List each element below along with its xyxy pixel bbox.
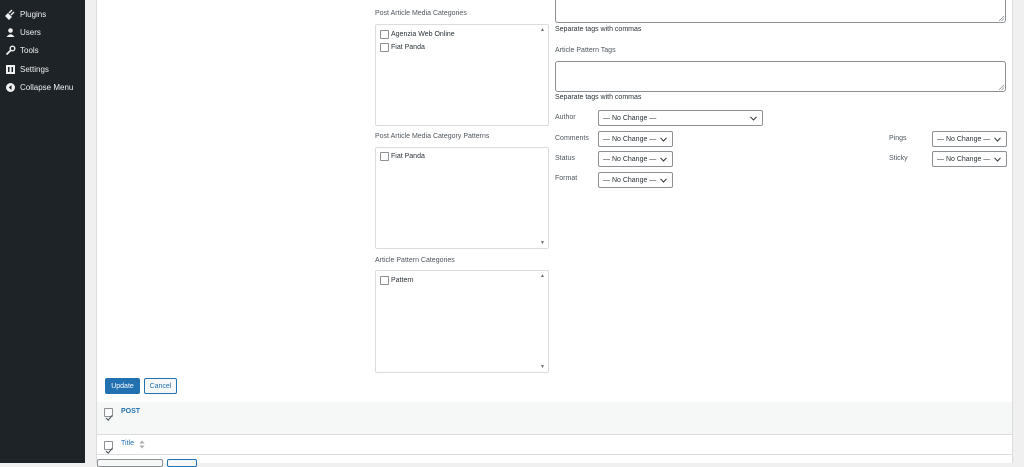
chevron-down-icon: [660, 137, 667, 142]
comments-select[interactable]: — No Change —: [598, 131, 673, 147]
author-label: Author: [555, 114, 576, 121]
media-category-patterns-label: Post Article Media Category Patterns: [375, 133, 490, 140]
resize-grip-icon[interactable]: [999, 16, 1004, 21]
pattern-categories-list[interactable]: ▲ Pattern ▼: [375, 270, 549, 373]
settings-icon: [5, 64, 16, 75]
user-icon: [5, 27, 16, 38]
author-select-value: — No Change —: [603, 114, 657, 122]
collapse-icon: [5, 82, 16, 93]
pings-select-value: — No Change —: [937, 135, 991, 143]
comments-select-value: — No Change —: [603, 135, 657, 143]
check-icon: [105, 448, 113, 455]
pattern-tags-help-text: Separate tags with commas: [555, 94, 642, 101]
chevron-down-icon: [994, 137, 1001, 142]
list-item[interactable]: Pattern: [380, 276, 414, 285]
scroll-up-icon[interactable]: ▲: [539, 27, 546, 33]
select-all-checkbox[interactable]: [104, 441, 113, 455]
tags-textarea[interactable]: [555, 0, 1006, 23]
status-label: Status: [555, 155, 575, 162]
format-select-value: — No Change —: [603, 176, 657, 184]
chevron-down-icon: [994, 157, 1001, 162]
status-select-value: — No Change —: [603, 155, 657, 163]
scroll-up-icon[interactable]: ▲: [539, 273, 546, 279]
pattern-categories-label: Article Pattern Categories: [375, 257, 455, 264]
scroll-down-icon[interactable]: ▼: [539, 364, 546, 370]
checkbox[interactable]: [380, 152, 389, 161]
sidebar-item-collapse-menu[interactable]: Collapse Menu: [0, 78, 85, 96]
checkbox-label: Pattern: [391, 277, 414, 284]
pattern-tags-textarea[interactable]: [555, 61, 1006, 92]
sidebar-item-label: Tools: [20, 45, 39, 55]
sidebar-item-settings[interactable]: Settings: [0, 60, 85, 78]
sidebar-item-users[interactable]: Users: [0, 23, 85, 41]
plug-icon: [5, 9, 16, 20]
post-row: POST: [97, 402, 1012, 435]
row-checkbox[interactable]: [104, 408, 113, 422]
checkbox[interactable]: [380, 276, 389, 285]
pings-label: Pings: [889, 135, 907, 142]
sidebar-item-label: Collapse Menu: [20, 82, 74, 92]
format-label: Format: [555, 175, 578, 182]
checkbox[interactable]: [380, 43, 389, 52]
pattern-tags-label: Article Pattern Tags: [555, 47, 616, 54]
pings-select[interactable]: — No Change —: [932, 131, 1007, 147]
sidebar-item-label: Settings: [20, 64, 49, 74]
title-column-header[interactable]: Title: [121, 440, 134, 447]
author-select[interactable]: — No Change —: [598, 110, 763, 126]
scroll-down-icon[interactable]: ▼: [539, 240, 546, 246]
format-select[interactable]: — No Change —: [598, 172, 673, 188]
chevron-down-icon: [660, 178, 667, 183]
status-select[interactable]: — No Change —: [598, 151, 673, 167]
sidebar-item-tools[interactable]: Tools: [0, 41, 85, 59]
tags-help-text: Separate tags with commas: [555, 26, 642, 33]
admin-sidebar: Plugins Users Tools Settings Collapse Me…: [0, 0, 85, 463]
bulk-actions-select[interactable]: [97, 459, 163, 467]
chevron-down-icon: [660, 157, 667, 162]
sidebar-item-plugins[interactable]: Plugins: [0, 5, 85, 23]
update-button[interactable]: Update: [105, 378, 140, 394]
list-item[interactable]: Agenzia Web Online: [380, 30, 455, 39]
checkbox[interactable]: [380, 30, 389, 39]
cancel-button[interactable]: Cancel: [144, 378, 177, 394]
media-categories-list[interactable]: ▲ Agenzia Web Online Fiat Panda: [375, 24, 549, 126]
apply-button[interactable]: [167, 459, 197, 467]
chevron-down-icon: [750, 116, 757, 121]
media-categories-label: Post Article Media Categories: [375, 10, 467, 17]
sticky-select-value: — No Change —: [937, 155, 991, 163]
post-link[interactable]: POST: [121, 408, 140, 415]
sidebar-item-label: Plugins: [20, 9, 47, 19]
list-item[interactable]: Fiat Panda: [380, 152, 425, 161]
sticky-label: Sticky: [889, 155, 908, 162]
checkbox-label: Agenzia Web Online: [391, 31, 455, 38]
sort-icon[interactable]: [139, 440, 145, 449]
comments-label: Comments: [555, 135, 589, 142]
check-icon: [105, 415, 113, 422]
checkbox-label: Fiat Panda: [391, 153, 425, 160]
checkbox-label: Fiat Panda: [391, 44, 425, 51]
sticky-select[interactable]: — No Change —: [932, 151, 1007, 167]
media-category-patterns-list[interactable]: Fiat Panda ▼: [375, 147, 549, 249]
resize-grip-icon[interactable]: [999, 85, 1004, 90]
wrench-icon: [5, 45, 16, 56]
table-header-row: Title: [97, 436, 1012, 455]
sidebar-item-label: Users: [20, 27, 41, 37]
quick-edit-panel: Post Article Media Categories ▲ Agenzia …: [96, 0, 1013, 463]
list-item[interactable]: Fiat Panda: [380, 43, 425, 52]
